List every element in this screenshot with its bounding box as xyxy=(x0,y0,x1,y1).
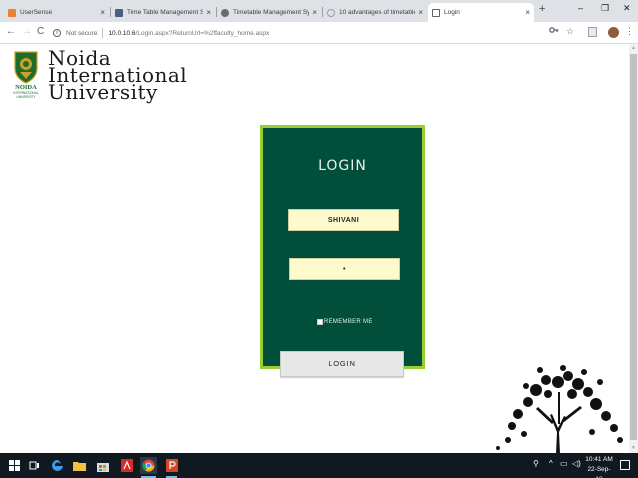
login-title: LOGIN xyxy=(318,158,367,174)
tab-close-icon[interactable]: × xyxy=(206,8,211,17)
forward-button[interactable]: → xyxy=(22,26,32,37)
tab-close-icon[interactable]: × xyxy=(100,8,105,17)
tab-title: UserSense xyxy=(20,9,53,16)
tab-login[interactable]: Login × xyxy=(428,3,534,22)
scroll-down-icon[interactable]: ▼ xyxy=(629,444,638,453)
address-bar[interactable]: i Not secure 10.0.10.6 /Login.aspx?Retur… xyxy=(50,25,588,41)
shield-emblem-icon xyxy=(14,51,38,84)
page-scrollbar[interactable]: ▲ ▼ xyxy=(629,44,638,453)
document-favicon-icon xyxy=(115,8,123,17)
tree-silhouette-image xyxy=(496,365,623,454)
edge-browser-icon[interactable] xyxy=(49,457,66,474)
university-logo: NOIDA INTERNATIONAL UNIVERSITY Noida Int… xyxy=(6,48,187,110)
tab-title: Login xyxy=(444,9,460,16)
profile-avatar[interactable] xyxy=(608,27,619,38)
university-emblem: NOIDA INTERNATIONAL UNIVERSITY xyxy=(6,50,46,108)
emblem-wordmark: NOIDA xyxy=(15,84,37,91)
scroll-thumb[interactable] xyxy=(630,54,637,440)
chrome-icon[interactable] xyxy=(140,457,157,478)
bookmark-star-icon[interactable]: ☆ xyxy=(566,26,574,37)
tab-timetable-management-1[interactable]: Time Table Management Syste × xyxy=(111,3,215,22)
tab-title: Timetable Management Syste xyxy=(233,9,310,16)
action-center-icon[interactable] xyxy=(620,460,630,470)
emblem-subtitle: INTERNATIONAL UNIVERSITY xyxy=(13,91,39,99)
task-view-icon[interactable] xyxy=(26,457,43,474)
university-name: Noida International University xyxy=(48,48,187,110)
login-button[interactable]: LOGIN xyxy=(280,351,404,377)
windows-start-icon[interactable] xyxy=(6,457,23,474)
browser-toolbar: ← → C i Not secure 10.0.10.6 /Login.aspx… xyxy=(0,22,638,44)
clock-time: 10:41 AM xyxy=(585,456,613,463)
tab-title: Time Table Management Syste xyxy=(127,9,204,16)
tab-timetable-management-2[interactable]: Timetable Management Syste × xyxy=(217,3,321,22)
clock-date: 22-Sep-18 xyxy=(587,466,611,478)
login-card: LOGIN REMEMBER ME xyxy=(260,125,425,369)
url-host: 10.0.10.6 xyxy=(108,29,136,37)
close-window-button[interactable]: ✕ xyxy=(623,3,631,14)
acrobat-reader-icon[interactable] xyxy=(118,457,135,474)
menu-icon[interactable]: ⋮ xyxy=(625,26,634,37)
username-field[interactable] xyxy=(288,209,399,231)
security-status: Not secure xyxy=(66,29,98,37)
new-tab-button[interactable]: + xyxy=(539,3,545,15)
system-clock[interactable]: 10:41 AM 22-Sep-18 xyxy=(584,455,614,478)
people-icon[interactable]: ⚲ xyxy=(533,459,539,468)
url-path: /Login.aspx?ReturnUrl=%2ffaculty_home.as… xyxy=(135,29,270,37)
loading-favicon-icon xyxy=(327,8,335,17)
volume-icon[interactable]: ◁) xyxy=(572,459,581,468)
password-field[interactable] xyxy=(289,258,400,280)
tab-close-icon[interactable]: × xyxy=(312,8,317,17)
file-explorer-icon[interactable] xyxy=(71,457,88,474)
tab-close-icon[interactable]: × xyxy=(418,8,423,17)
scroll-up-icon[interactable]: ▲ xyxy=(629,44,638,53)
powerpoint-icon[interactable] xyxy=(163,457,180,478)
globe-favicon-icon xyxy=(221,8,229,17)
info-icon[interactable]: i xyxy=(53,29,61,37)
extension-icon[interactable] xyxy=(588,27,597,39)
tab-strip: UserSense × Time Table Management Syste … xyxy=(0,0,638,22)
remember-me-label: REMEMBER ME xyxy=(324,319,373,325)
minimize-button[interactable]: – xyxy=(578,3,583,13)
store-icon[interactable] xyxy=(94,457,111,474)
network-icon[interactable]: ▭ xyxy=(560,459,568,468)
remember-me[interactable]: REMEMBER ME xyxy=(317,319,373,325)
show-hidden-icons-icon[interactable]: ^ xyxy=(549,459,553,468)
key-icon[interactable] xyxy=(549,26,559,36)
tab-advantages-of-timetable[interactable]: 10 advantages of timetable m × xyxy=(323,3,427,22)
back-button[interactable]: ← xyxy=(6,26,16,37)
reload-button[interactable]: C xyxy=(37,26,44,37)
page-favicon-icon xyxy=(432,8,440,17)
tab-title: 10 advantages of timetable m xyxy=(339,9,416,16)
tab-usersense[interactable]: UserSense × xyxy=(4,3,109,22)
maximize-button[interactable]: ❐ xyxy=(601,3,609,14)
usersense-favicon-icon xyxy=(8,8,16,17)
tab-close-icon[interactable]: × xyxy=(525,8,530,17)
remember-me-checkbox[interactable] xyxy=(317,319,323,325)
taskbar: ⚲ ^ ▭ ◁) 10:41 AM 22-Sep-18 xyxy=(0,453,638,478)
